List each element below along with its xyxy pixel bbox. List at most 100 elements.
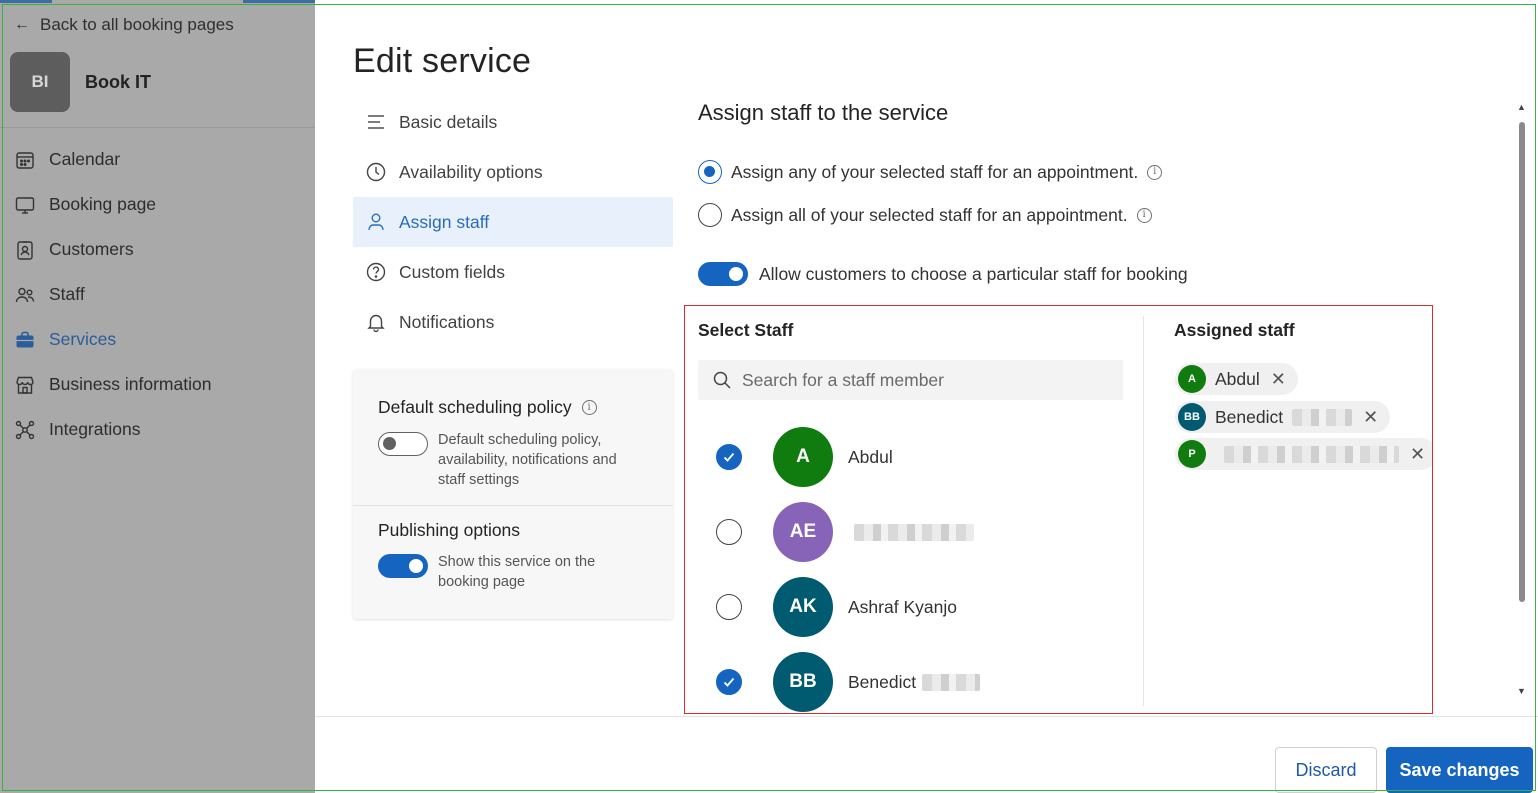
sidebar-item-staff[interactable]: Staff [14,272,304,317]
brand-avatar: BI [10,52,70,112]
policy-description: Default scheduling policy, availability,… [438,432,617,488]
sidebar-item-label: Booking page [49,194,157,214]
staff-search-box [698,360,1123,400]
sidebar-item-services[interactable]: Services [14,317,304,362]
toggle-label: Allow customers to choose a particular s… [759,263,1188,284]
app-sidebar: ← Back to all booking pages BI Book IT C… [0,0,315,793]
remove-icon[interactable]: ✕ [1363,407,1378,428]
menu-item-label: Basic details [399,111,498,132]
policy-card: Default scheduling policy i Default sche… [353,369,673,619]
menu-item-availability-options[interactable]: Availability options [353,147,673,197]
allow-choose-staff-toggle[interactable] [698,262,748,286]
staff-checkbox[interactable] [716,669,742,695]
redacted-name [854,523,974,541]
avatar: AK [773,577,833,637]
sidebar-item-customers[interactable]: Customers [14,227,304,272]
sidebar-item-integrations[interactable]: Integrations [14,407,304,452]
staff-row-abdul[interactable]: A Abdul [716,427,893,487]
question-circle-icon [366,262,386,282]
section-title: Assign staff to the service [698,100,949,125]
remove-icon[interactable]: ✕ [1271,369,1286,390]
booking-page-brand[interactable]: BI Book IT [10,52,151,112]
save-changes-button[interactable]: Save changes [1386,747,1533,793]
redacted-name [1224,445,1399,463]
sidebar-item-label: Business information [49,374,212,394]
avatar: BB [773,652,833,712]
menu-item-assign-staff[interactable]: Assign staff [353,197,673,247]
info-icon[interactable]: i [1136,207,1152,223]
staff-search-input[interactable] [742,369,1102,391]
select-staff-title: Select Staff [698,320,794,340]
publish-service-toggle[interactable] [378,554,428,578]
publishing-options-section: Publishing options Show this service on … [378,520,638,592]
staff-row-ae[interactable]: AE [716,502,974,562]
default-policy-toggle[interactable] [378,432,428,456]
staff-checkbox[interactable] [716,444,742,470]
staff-checkbox[interactable] [716,519,742,545]
people-icon [15,287,35,302]
edit-service-menu: Basic details Availability options Assig… [353,97,673,347]
chip-name: Abdul [1215,368,1260,389]
scroll-thumb[interactable] [1519,122,1525,602]
assigned-chip-abdul: A Abdul ✕ [1175,363,1298,395]
option-assign-any[interactable]: Assign any of your selected staff for an… [698,160,1163,184]
scroll-down-arrow-icon[interactable]: ▼ [1517,686,1526,696]
brand-name: Book IT [85,71,151,92]
integrations-icon [15,420,35,439]
menu-item-notifications[interactable]: Notifications [353,297,673,347]
default-scheduling-policy-section: Default scheduling policy i Default sche… [378,397,638,490]
radio-assign-all[interactable] [698,203,722,227]
bell-icon [367,314,385,333]
avatar: P [1178,440,1206,468]
sidebar-item-label: Calendar [49,149,121,169]
sidebar-item-calendar[interactable]: Calendar [14,137,304,182]
assigned-chip-benedict: BB Benedict ✕ [1175,401,1391,433]
menu-item-custom-fields[interactable]: Custom fields [353,247,673,297]
top-accent-strip [0,0,315,3]
staff-selection-area: Select Staff Assigned staff A Abdul AE A… [685,306,1433,713]
staff-row-ashraf-kyanjo[interactable]: AK Ashraf Kyanjo [716,577,957,637]
avatar: A [773,427,833,487]
chip-name: Benedict [1215,406,1284,427]
search-icon [713,371,731,389]
staff-checkbox[interactable] [716,594,742,620]
menu-item-basic-details[interactable]: Basic details [353,97,673,147]
clock-icon [366,162,386,182]
sidebar-item-business-information[interactable]: Business information [14,362,304,407]
edit-service-panel: Edit service Basic details Availability … [315,0,1538,793]
menu-item-label: Custom fields [399,261,506,282]
sidebar-nav: Calendar Booking page Customers Staff Se… [14,137,304,452]
redacted-name [1292,408,1353,426]
info-icon[interactable]: i [1147,164,1163,180]
staff-name: Benedict [848,671,917,692]
menu-item-label: Notifications [399,311,495,332]
allow-choose-staff-row: Allow customers to choose a particular s… [698,262,1188,286]
remove-icon[interactable]: ✕ [1410,444,1425,465]
staff-name: Abdul [848,446,893,467]
back-to-booking-pages-link[interactable]: ← Back to all booking pages [14,15,234,35]
avatar: A [1178,365,1206,393]
calendar-icon [16,151,34,169]
menu-item-label: Assign staff [399,211,490,232]
menu-item-label: Availability options [399,161,543,182]
avatar: AE [773,502,833,562]
discard-button[interactable]: Discard [1275,747,1377,793]
panel-scrollbar[interactable]: ▲ ▼ [1515,100,1531,700]
divider [1143,316,1144,706]
option-assign-all[interactable]: Assign all of your selected staff for an… [698,203,1152,227]
assigned-chip-p: P ✕ [1175,438,1433,470]
staff-row-benedict[interactable]: BB Benedict [716,652,981,712]
scroll-up-arrow-icon[interactable]: ▲ [1517,102,1526,112]
page-title: Edit service [353,42,532,80]
checkmark-icon [723,677,735,687]
sidebar-item-label: Services [49,329,117,349]
option-label: Assign all of your selected staff for an… [731,204,1128,225]
divider [0,127,315,128]
sidebar-item-label: Integrations [49,419,141,439]
sidebar-item-label: Staff [49,284,85,304]
info-icon[interactable]: i [581,400,597,415]
back-link-label: Back to all booking pages [40,15,234,34]
option-label: Assign any of your selected staff for an… [731,161,1139,182]
sidebar-item-booking-page[interactable]: Booking page [14,182,304,227]
radio-assign-any[interactable] [698,160,722,184]
